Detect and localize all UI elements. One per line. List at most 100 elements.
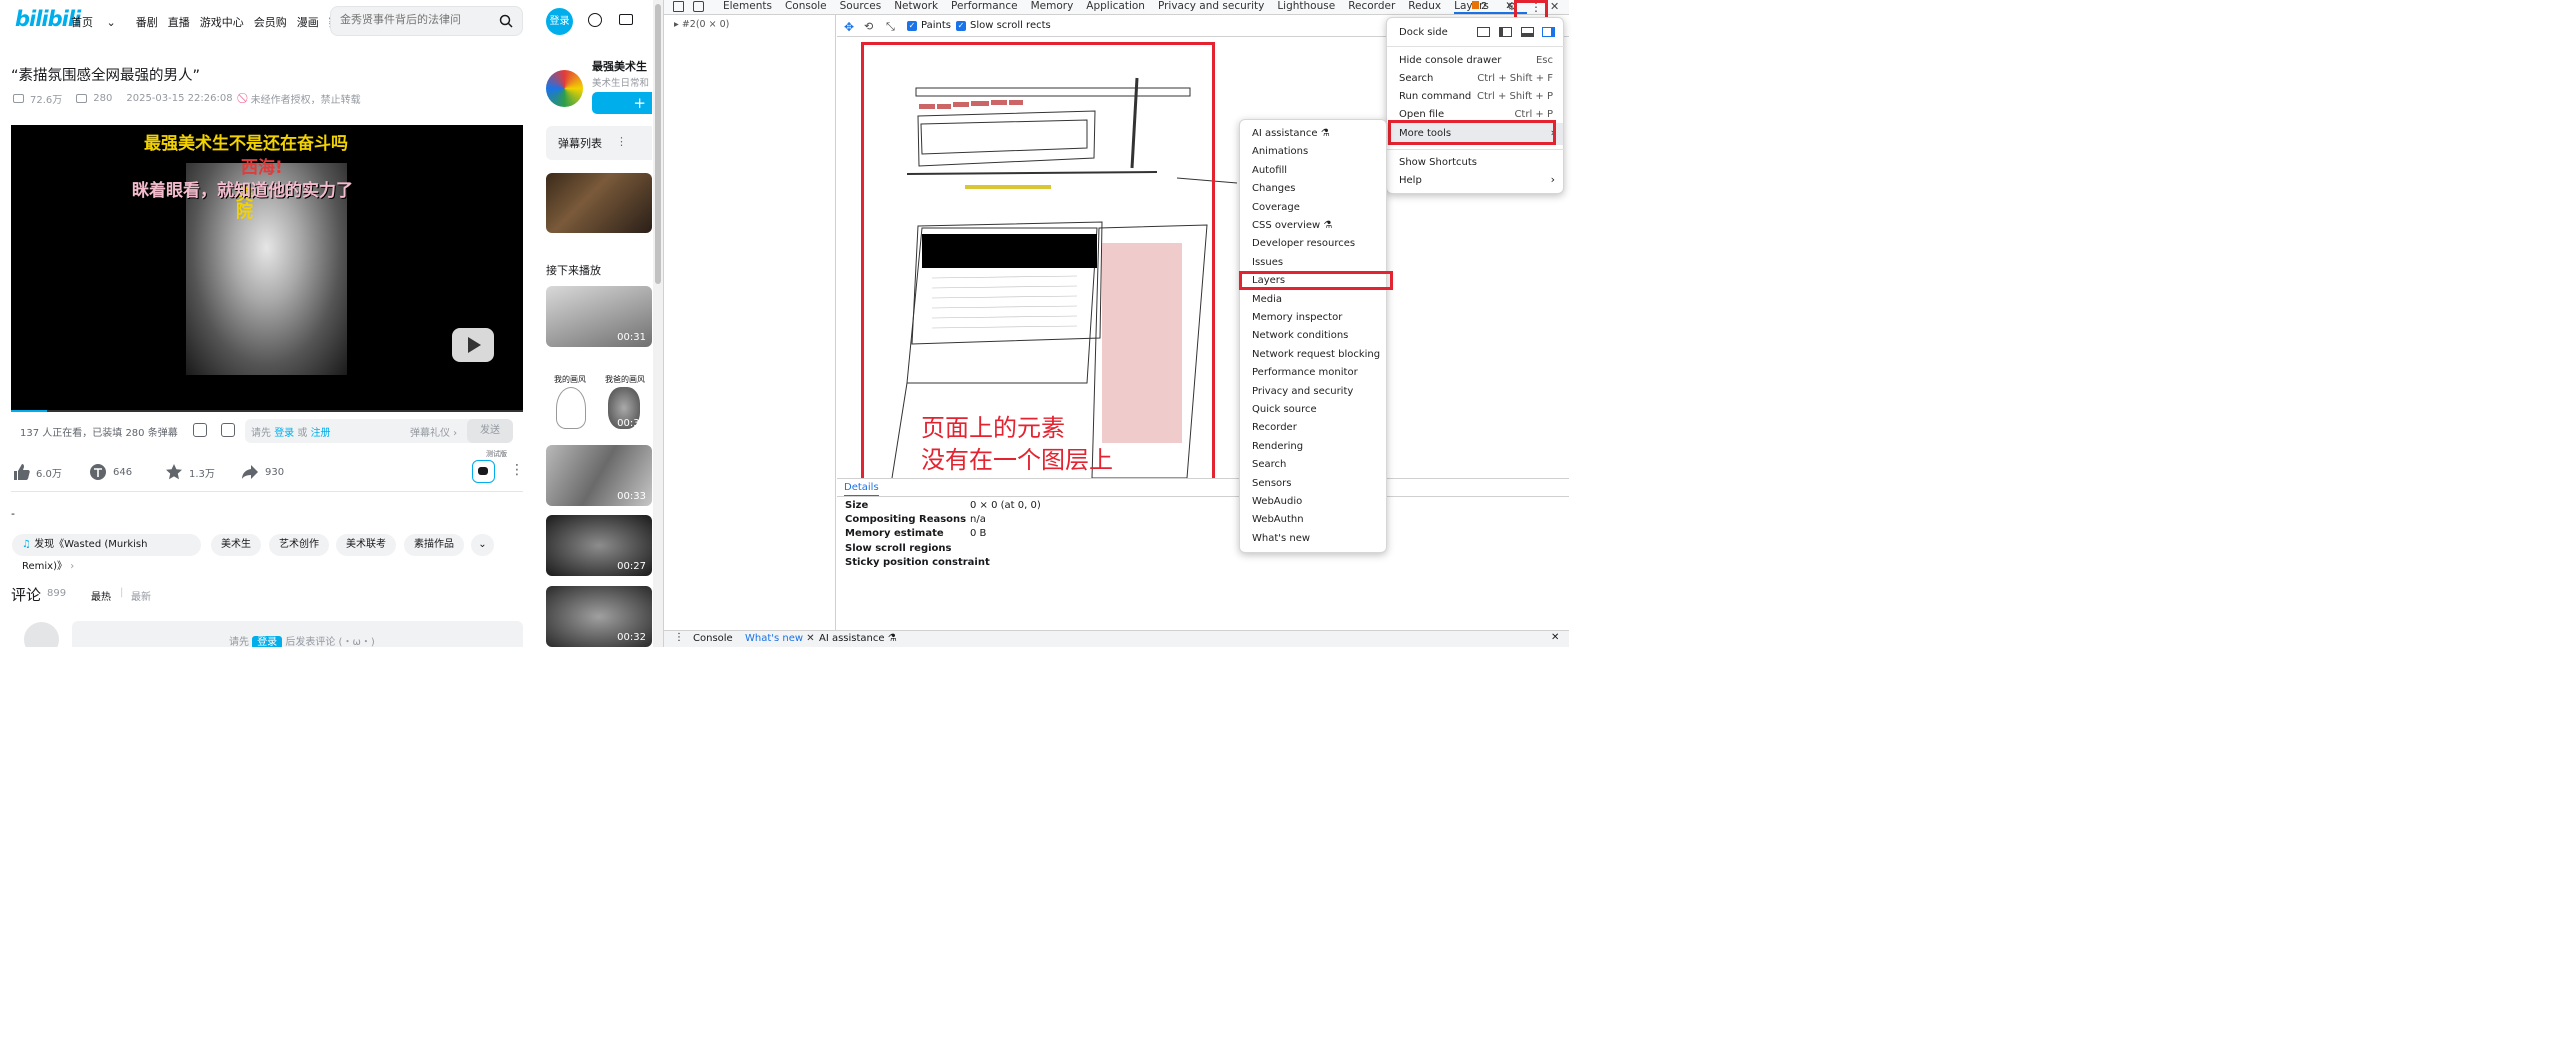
pan-mode-icon[interactable]: ✥ xyxy=(844,20,854,34)
favorite-button[interactable]: 1.3万 xyxy=(165,463,215,481)
tool-media[interactable]: Media xyxy=(1252,294,1282,305)
dock-bottom-icon[interactable] xyxy=(1521,27,1534,37)
next-video-thumbnail-3[interactable]: 00:33 xyxy=(546,445,652,506)
next-video-thumbnail-1[interactable]: 00:31 xyxy=(546,286,652,347)
tab-elements[interactable]: Elements xyxy=(723,0,772,14)
progress-bar[interactable] xyxy=(11,410,523,412)
tool-whats-new[interactable]: What's new xyxy=(1252,533,1310,544)
close-drawer-icon[interactable]: ✕ xyxy=(1551,632,1559,643)
premium-icon[interactable] xyxy=(588,13,602,27)
tool-performance-monitor[interactable]: Performance monitor xyxy=(1252,367,1358,378)
tool-css-overview[interactable]: CSS overview ⚗ xyxy=(1252,220,1332,231)
coin-button[interactable]: 646 xyxy=(89,463,132,481)
tool-sensors[interactable]: Sensors xyxy=(1252,478,1292,489)
like-button[interactable]: 6.0万 xyxy=(12,463,62,481)
tab-performance[interactable]: Performance xyxy=(951,0,1018,14)
device-toolbar-icon[interactable] xyxy=(693,1,704,12)
danmaku-list-menu-icon[interactable]: ⋮ xyxy=(616,135,627,148)
sort-hot[interactable]: 最热 xyxy=(91,588,111,603)
tag-art-student[interactable]: 美术生 xyxy=(211,534,261,556)
tool-autofill[interactable]: Autofill xyxy=(1252,165,1287,176)
details-tab[interactable]: Details xyxy=(844,482,879,497)
tool-network-conditions[interactable]: Network conditions xyxy=(1252,330,1348,341)
tag-art-exam[interactable]: 美术联考 xyxy=(336,534,396,556)
login-avatar-button[interactable]: 登录 xyxy=(546,8,573,35)
nav-home[interactable]: 首页 ⌄ xyxy=(71,14,126,30)
inspect-element-icon[interactable] xyxy=(673,1,684,12)
tool-webauthn[interactable]: WebAuthn xyxy=(1252,514,1304,525)
slow-scroll-checkbox[interactable]: ✓ xyxy=(956,21,966,31)
layer-tree-item[interactable]: ▸ #2(0 × 0) xyxy=(674,19,729,30)
tool-coverage[interactable]: Coverage xyxy=(1252,202,1300,213)
danmaku-list-panel[interactable]: 弹幕列表 ⋮ xyxy=(546,126,652,160)
nav-game-center[interactable]: 游戏中心 xyxy=(200,14,244,30)
tool-issues[interactable]: Issues xyxy=(1252,257,1283,268)
danmaku-input[interactable]: 请先 登录 或 注册 弹幕礼仪 › 发送 xyxy=(245,419,513,443)
tag-art-creation[interactable]: 艺术创作 xyxy=(269,534,329,556)
play-button-icon[interactable] xyxy=(452,328,494,362)
tab-console[interactable]: Console xyxy=(785,0,827,14)
comment-box[interactable]: 请先 登录 后发表评论 (・ω・) xyxy=(72,621,523,647)
tool-animations[interactable]: Animations xyxy=(1252,146,1308,157)
reset-transform-icon[interactable]: ⤡ xyxy=(886,20,895,34)
nav-bangumi[interactable]: 番剧 xyxy=(136,14,158,30)
message-icon[interactable] xyxy=(619,14,633,25)
sort-new[interactable]: 最新 xyxy=(131,588,151,603)
nav-mall[interactable]: 会员购 xyxy=(254,14,287,30)
search-icon[interactable] xyxy=(499,14,513,28)
tool-webaudio[interactable]: WebAudio xyxy=(1252,496,1302,507)
tool-quick-source[interactable]: Quick source xyxy=(1252,404,1317,415)
more-options-icon[interactable]: ⋮ xyxy=(510,462,524,478)
tab-redux[interactable]: Redux xyxy=(1408,0,1441,14)
drawer-tab-ai-assistance[interactable]: AI assistance ⚗ xyxy=(819,633,897,644)
tool-network-request-blocking[interactable]: Network request blocking xyxy=(1252,349,1380,360)
tool-developer-resources[interactable]: Developer resources xyxy=(1252,238,1355,249)
tab-privacy-security[interactable]: Privacy and security xyxy=(1158,0,1264,14)
close-tab-icon[interactable]: ✕ xyxy=(806,633,814,644)
search-input[interactable] xyxy=(340,13,490,26)
dock-undock-icon[interactable] xyxy=(1477,27,1490,37)
promo-thumbnail[interactable] xyxy=(546,173,652,233)
next-video-thumbnail-4[interactable]: 00:27 xyxy=(546,515,652,576)
dock-right-icon[interactable] xyxy=(1542,27,1555,37)
ai-assistant-button[interactable] xyxy=(472,460,495,483)
nav-manga[interactable]: 漫画 xyxy=(297,14,319,30)
tab-application[interactable]: Application xyxy=(1086,0,1145,14)
author-avatar[interactable] xyxy=(546,70,583,107)
expand-tags-button[interactable]: ⌄ xyxy=(471,534,494,556)
tool-ai-assistance[interactable]: AI assistance ⚗ xyxy=(1252,128,1330,139)
scrollbar-thumb[interactable] xyxy=(655,4,661,284)
danmaku-etiquette-link[interactable]: 弹幕礼仪 › xyxy=(410,424,457,439)
drawer-menu-icon[interactable]: ⋮ xyxy=(674,632,684,643)
tab-lighthouse[interactable]: Lighthouse xyxy=(1277,0,1335,14)
drawer-tab-console[interactable]: Console xyxy=(693,633,733,644)
tool-rendering[interactable]: Rendering xyxy=(1252,441,1303,452)
video-player[interactable]: 美院 最强美术生不是还在奋斗吗 西海! 眯着眼看，就知道他的实力了 xyxy=(11,125,523,412)
nav-live[interactable]: 直播 xyxy=(168,14,190,30)
page-scrollbar[interactable] xyxy=(653,0,663,647)
tool-changes[interactable]: Changes xyxy=(1252,183,1296,194)
close-devtools-icon[interactable]: ✕ xyxy=(1550,0,1559,13)
tool-memory-inspector[interactable]: Memory inspector xyxy=(1252,312,1342,323)
tab-sources[interactable]: Sources xyxy=(840,0,882,14)
tag-sketch-works[interactable]: 素描作品 xyxy=(404,534,464,556)
tool-privacy-security[interactable]: Privacy and security xyxy=(1252,386,1353,397)
tool-recorder[interactable]: Recorder xyxy=(1252,422,1297,433)
danmaku-login-link[interactable]: 登录 xyxy=(274,428,294,439)
tab-memory[interactable]: Memory xyxy=(1031,0,1074,14)
paints-checkbox[interactable]: ✓ xyxy=(907,21,917,31)
tool-search[interactable]: Search xyxy=(1252,459,1286,470)
danmaku-settings-icon[interactable] xyxy=(221,423,235,437)
dock-left-icon[interactable] xyxy=(1499,27,1512,37)
drawer-tab-whats-new[interactable]: What's new ✕ xyxy=(745,633,815,644)
author-name[interactable]: 最强美术生 xyxy=(592,58,647,74)
issues-badge[interactable]: 2 xyxy=(1472,1,1487,12)
tag-music[interactable]: ♫ 发现《Wasted (Murkish Remix)》 › xyxy=(12,534,201,572)
danmaku-toggle-icon[interactable] xyxy=(193,423,207,437)
tab-recorder[interactable]: Recorder xyxy=(1348,0,1395,14)
share-button[interactable]: 930 xyxy=(241,463,284,481)
danmaku-register-link[interactable]: 注册 xyxy=(311,428,331,439)
expand-arrow-icon[interactable]: ▸ xyxy=(674,19,679,30)
next-video-thumbnail-2[interactable]: 我的画风 我爸的画风 00:33 xyxy=(546,372,652,433)
follow-button[interactable]: + xyxy=(592,92,652,114)
